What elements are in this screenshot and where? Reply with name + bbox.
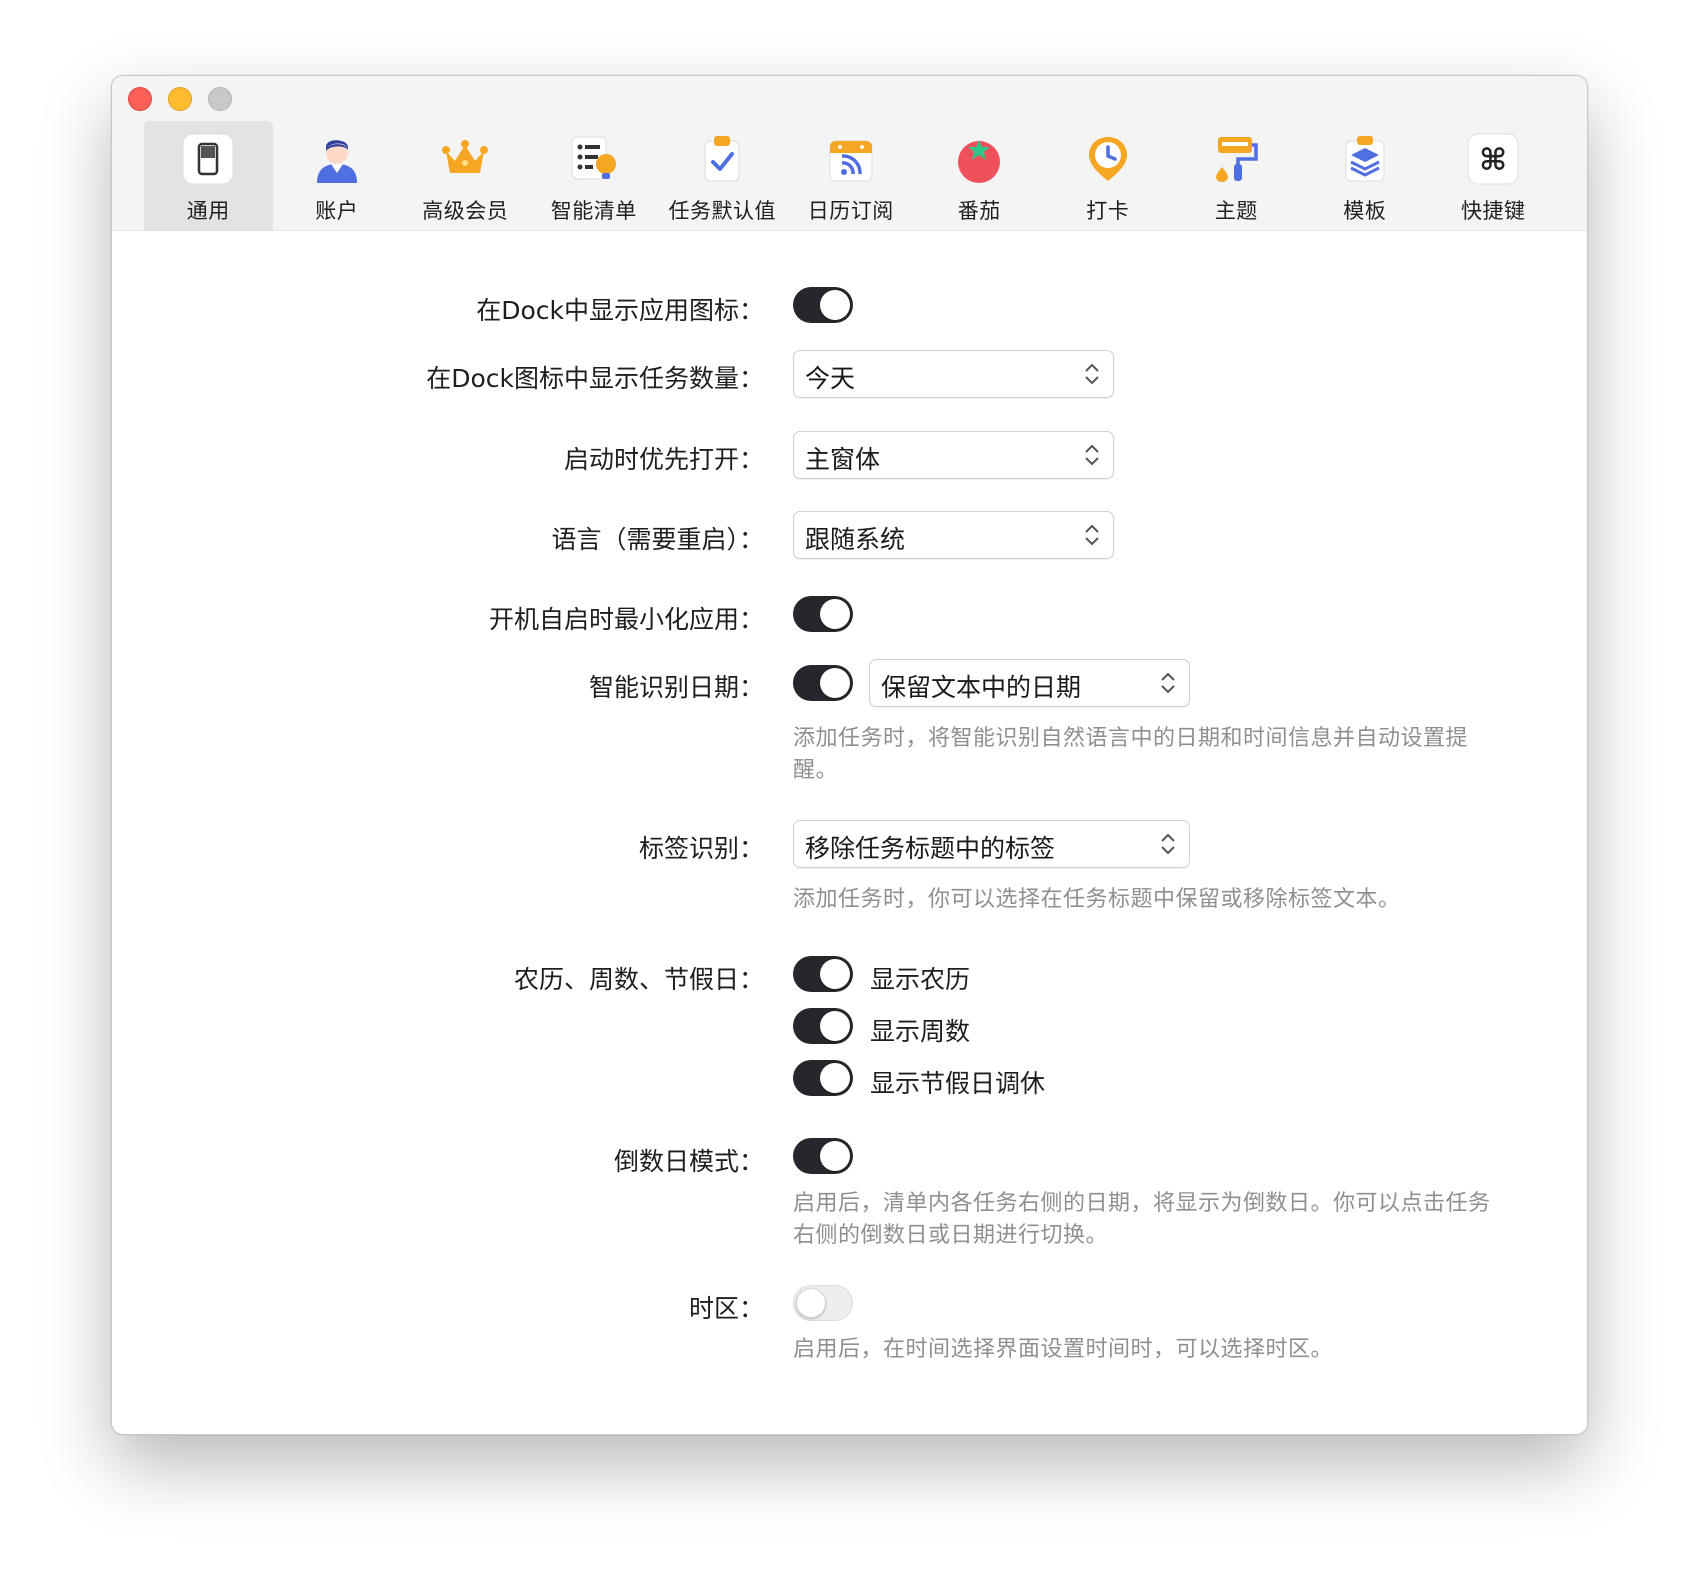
general-settings-panel: 在Dock中显示应用图标： 在Dock图标中显示任务数量： 今天 启动时优先打开…	[112, 232, 1587, 1434]
tab-label: 打卡	[1086, 199, 1130, 223]
tag-recognition-select[interactable]: 移除任务标题中的标签	[793, 820, 1190, 868]
tag-recognition-help: 添加任务时，你可以选择在任务标题中保留或移除标签文本。	[793, 887, 1401, 912]
show-holiday-label: 显示节假日调休	[870, 1069, 1046, 1098]
tab-label: 高级会员	[422, 199, 509, 223]
tab-general[interactable]: 通用	[144, 121, 273, 231]
chevron-updown-icon	[1161, 672, 1175, 694]
setting-label: 启动时优先打开：	[563, 445, 764, 474]
tab-label: 智能清单	[550, 199, 637, 223]
show-lunar-label: 显示农历	[870, 965, 971, 994]
premium-crown-icon	[439, 133, 491, 185]
zoom-window-button[interactable]	[208, 87, 232, 111]
habit-checkin-icon	[1082, 133, 1134, 185]
tab-template[interactable]: 模板	[1301, 121, 1430, 231]
setting-label: 在Dock中显示应用图标：	[476, 296, 764, 325]
tab-calendar-subscribe[interactable]: 日历订阅	[787, 121, 916, 231]
select-value: 保留文本中的日期	[881, 673, 1082, 702]
chevron-updown-icon	[1161, 833, 1175, 855]
smart-list-icon	[568, 133, 620, 185]
launch-open-select[interactable]: 主窗体	[793, 431, 1114, 479]
select-value: 跟随系统	[805, 525, 906, 554]
select-value: 主窗体	[805, 445, 881, 474]
svg-text:⌘: ⌘	[1479, 143, 1507, 178]
tab-label: 通用	[186, 199, 230, 223]
countdown-toggle[interactable]	[793, 1138, 853, 1174]
toggle-knob	[820, 959, 850, 989]
tab-account[interactable]: 账户	[273, 121, 402, 231]
setting-label: 标签识别：	[638, 834, 764, 863]
setting-label: 农历、周数、节假日：	[513, 965, 764, 994]
toggle-knob	[820, 290, 850, 320]
dock-icon-toggle[interactable]	[793, 287, 853, 323]
toggle-knob	[820, 599, 850, 629]
timezone-help: 启用后，在时间选择界面设置时间时，可以选择时区。	[793, 1337, 1334, 1362]
command-key-icon: ⌘	[1467, 133, 1519, 185]
select-value: 移除任务标题中的标签	[805, 834, 1056, 863]
setting-label: 语言（需要重启）：	[551, 525, 764, 554]
close-window-button[interactable]	[128, 87, 152, 111]
smart-date-toggle[interactable]	[793, 665, 853, 701]
toolbar: 通用 账户 高级会员 智能清单 任务默认值 日历订阅 番茄 打卡 主题 模板 ⌘…	[112, 76, 1587, 231]
show-lunar-toggle[interactable]	[793, 956, 853, 992]
minimize-on-login-toggle[interactable]	[793, 596, 853, 632]
show-week-number-toggle[interactable]	[793, 1008, 853, 1044]
tab-theme[interactable]: 主题	[1172, 121, 1301, 231]
general-icon	[182, 133, 234, 185]
setting-label: 时区：	[688, 1294, 764, 1323]
countdown-help: 启用后，清单内各任务右侧的日期，将显示为倒数日。你可以点击任务右侧的倒数日或日期…	[793, 1191, 1491, 1248]
minimize-window-button[interactable]	[168, 87, 192, 111]
tomato-icon	[953, 133, 1005, 185]
chevron-updown-icon	[1085, 363, 1099, 385]
dock-badge-select[interactable]: 今天	[793, 350, 1114, 398]
task-default-icon	[696, 133, 748, 185]
setting-label: 智能识别日期：	[588, 673, 764, 702]
language-select[interactable]: 跟随系统	[793, 511, 1114, 559]
select-value: 今天	[805, 364, 856, 393]
toggle-knob	[820, 1011, 850, 1041]
tab-label: 账户	[315, 199, 359, 223]
calendar-subscribe-icon	[825, 133, 877, 185]
setting-label: 在Dock图标中显示任务数量：	[426, 364, 764, 393]
preferences-window: 通用 账户 高级会员 智能清单 任务默认值 日历订阅 番茄 打卡 主题 模板 ⌘…	[111, 75, 1588, 1435]
show-holiday-toggle[interactable]	[793, 1060, 853, 1096]
timezone-toggle[interactable]	[793, 1285, 853, 1321]
tab-shortcuts[interactable]: ⌘ 快捷键	[1429, 121, 1558, 231]
tab-label: 番茄	[957, 199, 1001, 223]
template-icon	[1339, 133, 1391, 185]
tab-habit[interactable]: 打卡	[1044, 121, 1173, 231]
tab-label: 主题	[1214, 199, 1258, 223]
setting-label: 倒数日模式：	[613, 1147, 764, 1176]
tab-label: 任务默认值	[668, 199, 776, 223]
toggle-knob	[796, 1288, 826, 1318]
chevron-updown-icon	[1085, 444, 1099, 466]
tab-smart-list[interactable]: 智能清单	[530, 121, 659, 231]
show-week-number-label: 显示周数	[870, 1017, 971, 1046]
toggle-knob	[820, 1063, 850, 1093]
tab-label: 日历订阅	[807, 199, 894, 223]
chevron-updown-icon	[1085, 524, 1099, 546]
tab-premium[interactable]: 高级会员	[401, 121, 530, 231]
toggle-knob	[820, 668, 850, 698]
tab-task-default[interactable]: 任务默认值	[658, 121, 787, 231]
tab-pomodoro[interactable]: 番茄	[915, 121, 1044, 231]
smart-date-select[interactable]: 保留文本中的日期	[869, 659, 1190, 707]
toggle-knob	[820, 1141, 850, 1171]
preference-tabs: 通用 账户 高级会员 智能清单 任务默认值 日历订阅 番茄 打卡 主题 模板 ⌘…	[144, 121, 1558, 231]
theme-brush-icon	[1210, 133, 1262, 185]
tab-label: 模板	[1343, 199, 1387, 223]
smart-date-help: 添加任务时，将智能识别自然语言中的日期和时间信息并自动设置提醒。	[793, 726, 1469, 783]
account-icon	[311, 133, 363, 185]
tab-label: 快捷键	[1461, 199, 1526, 223]
setting-label: 开机自启时最小化应用：	[488, 605, 764, 634]
